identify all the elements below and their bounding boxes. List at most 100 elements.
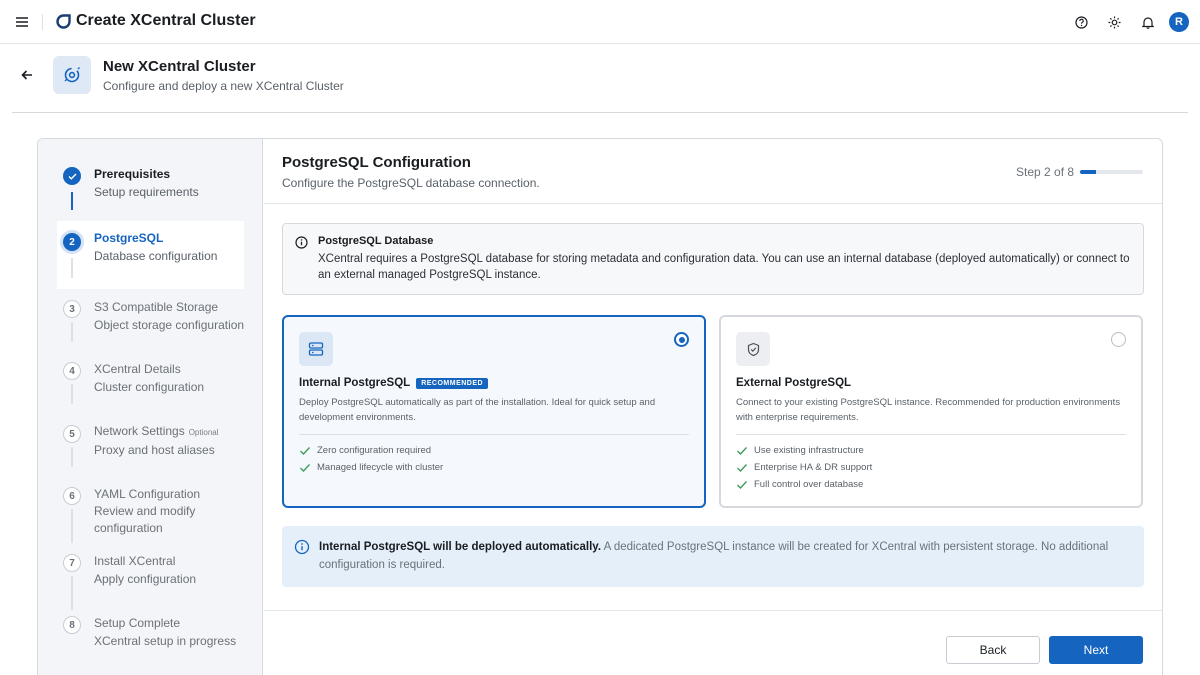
section-title: PostgreSQL Configuration xyxy=(282,154,471,171)
section-subtitle: Configure the PostgreSQL database connec… xyxy=(282,176,540,190)
feature-item: Use existing infrastructure xyxy=(736,445,864,456)
step-subtitle: XCentral setup in progress xyxy=(94,634,237,648)
wizard-steps-sidebar: Prerequisites Setup requirements 2 Postg… xyxy=(38,139,263,675)
check-icon xyxy=(737,463,747,472)
step-install-xcentral[interactable]: 7 Install XCentral Apply configuration xyxy=(38,551,263,613)
feature-text: Enterprise HA & DR support xyxy=(754,462,873,473)
step-number: 3 xyxy=(63,300,81,318)
back-arrow-icon[interactable] xyxy=(17,65,37,85)
step-subtitle: Cluster configuration xyxy=(94,380,205,394)
feature-text: Zero configuration required xyxy=(317,445,432,456)
step-connector xyxy=(71,447,73,467)
theme-sun-icon[interactable] xyxy=(1104,12,1124,32)
step-network-settings[interactable]: 5 Network Settings Optional Proxy and hos… xyxy=(38,415,263,477)
step-subtitle: Setup requirements xyxy=(94,185,199,199)
check-icon xyxy=(737,480,747,489)
topbar-divider xyxy=(42,14,43,30)
footer-divider xyxy=(264,610,1162,611)
step-title: S3 Compatible Storage xyxy=(94,300,219,314)
step-connector xyxy=(71,258,73,278)
step-connector xyxy=(71,322,73,342)
step-number: 8 xyxy=(63,616,81,634)
option-title: External PostgreSQL xyxy=(736,377,852,389)
option-internal-postgresql[interactable]: Internal PostgreSQL RECOMMENDED Deploy P… xyxy=(282,315,706,508)
option-title-text: Internal PostgreSQL xyxy=(299,377,411,389)
check-icon xyxy=(300,446,310,455)
step-xcentral-details[interactable]: 4 XCentral Details Cluster configuration xyxy=(38,352,263,414)
feature-item: Full control over database xyxy=(736,479,863,490)
cluster-icon xyxy=(53,56,91,94)
step-number: 7 xyxy=(63,554,81,572)
step-title: YAML Configuration xyxy=(94,487,201,501)
option-description: Connect to your existing PostgreSQL inst… xyxy=(736,397,1121,423)
step-indicator: Step 2 of 8 xyxy=(1016,165,1075,179)
wizard-card: Prerequisites Setup requirements 2 Postg… xyxy=(37,138,1163,675)
step-number: 2 xyxy=(63,233,81,251)
step-title-text: Network Settings xyxy=(94,424,185,438)
step-subtitle: Review and modify configuration xyxy=(94,504,196,535)
radio-internal-selected[interactable] xyxy=(674,332,689,347)
recommended-badge: RECOMMENDED xyxy=(416,377,489,389)
feature-item: Managed lifecycle with cluster xyxy=(299,462,443,473)
option-divider xyxy=(736,434,1126,435)
step-subtitle: Proxy and host aliases xyxy=(94,443,215,457)
page-title: New XCentral Cluster xyxy=(103,58,256,75)
step-title: Network Settings Optional xyxy=(94,424,219,438)
notifications-bell-icon[interactable] xyxy=(1138,12,1158,32)
check-icon xyxy=(737,446,747,455)
step-number: 4 xyxy=(63,362,81,380)
user-avatar[interactable]: R xyxy=(1169,12,1189,32)
step-yaml-configuration[interactable]: 6 YAML Configuration Review and modify c… xyxy=(38,478,263,548)
step-number: 5 xyxy=(63,425,81,443)
page-subtitle: Configure and deploy a new XCentral Clus… xyxy=(103,79,344,93)
deployment-notice: Internal PostgreSQL will be deployed aut… xyxy=(282,526,1144,587)
info-body: XCentral requires a PostgreSQL database … xyxy=(318,253,1130,281)
step-title: XCentral Details xyxy=(94,362,181,376)
step-connector xyxy=(71,576,73,610)
optional-tag: Optional xyxy=(188,428,219,437)
step-connector xyxy=(71,192,73,210)
step-content: PostgreSQL Configuration Configure the P… xyxy=(264,139,1162,675)
option-divider xyxy=(299,434,689,435)
info-box: PostgreSQL Database XCentral requires a … xyxy=(282,223,1144,295)
step-subtitle: Apply configuration xyxy=(94,572,197,586)
progress-bar xyxy=(1080,170,1143,174)
shield-icon xyxy=(736,332,770,366)
section-divider xyxy=(264,203,1162,204)
step-subtitle: Database configuration xyxy=(94,249,218,263)
info-title: PostgreSQL Database xyxy=(318,235,434,247)
feature-item: Enterprise HA & DR support xyxy=(736,462,872,473)
step-title: Setup Complete xyxy=(94,616,181,630)
step-s3-storage[interactable]: 3 S3 Compatible Storage Object storage c… xyxy=(38,289,263,351)
step-title: PostgreSQL xyxy=(94,231,164,245)
notice-text: Internal PostgreSQL will be deployed aut… xyxy=(319,538,1119,574)
step-postgresql[interactable]: 2 PostgreSQL Database configuration xyxy=(57,221,244,289)
app-title: Create XCentral Cluster xyxy=(76,12,256,29)
back-button[interactable]: Back xyxy=(946,636,1040,664)
info-circle-icon xyxy=(294,539,310,555)
radio-external[interactable] xyxy=(1111,332,1126,347)
header-divider xyxy=(12,112,1188,113)
step-connector xyxy=(71,384,73,404)
step-prerequisites[interactable]: Prerequisites Setup requirements xyxy=(38,157,263,217)
option-title: Internal PostgreSQL RECOMMENDED xyxy=(299,377,489,389)
feature-item: Zero configuration required xyxy=(299,445,431,456)
info-icon xyxy=(295,236,308,249)
option-external-postgresql[interactable]: External PostgreSQL Connect to your exis… xyxy=(719,315,1143,508)
check-icon xyxy=(300,463,310,472)
notice-strong: Internal PostgreSQL will be deployed aut… xyxy=(319,541,602,553)
top-bar: Create XCentral Cluster R xyxy=(0,0,1200,44)
feature-text: Managed lifecycle with cluster xyxy=(317,462,444,473)
step-number: 6 xyxy=(63,487,81,505)
step-connector xyxy=(71,509,73,543)
menu-icon[interactable] xyxy=(12,12,32,32)
option-description: Deploy PostgreSQL automatically as part … xyxy=(299,397,656,423)
step-title: Install XCentral xyxy=(94,554,176,568)
next-button[interactable]: Next xyxy=(1049,636,1143,664)
step-title: Prerequisites xyxy=(94,167,171,181)
feature-text: Full control over database xyxy=(754,479,864,490)
app-logo-icon xyxy=(56,14,71,29)
step-setup-complete[interactable]: 8 Setup Complete XCentral setup in progr… xyxy=(38,613,263,675)
help-icon[interactable] xyxy=(1071,12,1091,32)
feature-text: Use existing infrastructure xyxy=(754,445,864,456)
